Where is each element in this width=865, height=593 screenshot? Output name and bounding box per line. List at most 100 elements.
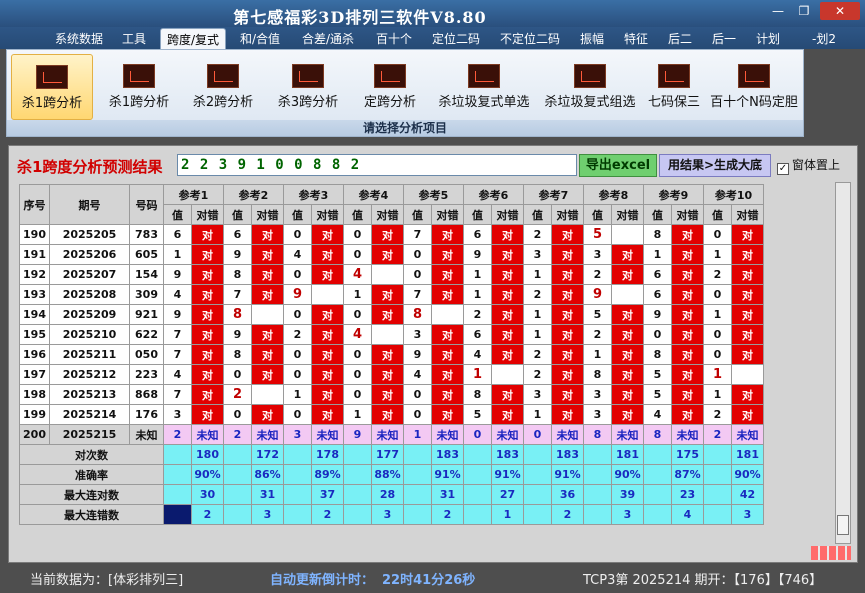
ref-check-cell: 对 [191,224,224,245]
seven-code-button[interactable]: 七码保三 [643,54,705,120]
row-code: 176 [129,404,164,425]
table-row[interactable]: 194 2025209 921 9 对 8 0 对 0 对 8 2 对 1 对 5 对 9 对 1 对 [19,304,764,325]
table-row[interactable]: 191 2025206 605 1 对 9 对 4 对 0 对 0 对 9 对 3 对 3 对 1 对 1 对 [19,244,764,265]
ref-check-cell: 对 [431,264,464,285]
ref-check-cell: 对 [611,364,644,385]
table-row[interactable]: 190 2025205 783 6 对 6 对 0 对 0 对 7 对 6 对 2 对 5 8 对 0 对 [19,224,764,245]
table-row[interactable]: 198 2025213 868 7 对 2 1 对 0 对 0 对 8 对 3 对 3 对 5 对 1 对 [19,384,764,405]
menu-tools[interactable]: 工具 [122,30,146,48]
menu-hundreds-tens-units[interactable]: 百十个 [376,30,412,48]
ref-check-cell: 对 [191,364,224,385]
ref-value-cell: 1 [463,284,492,305]
stats-value-cell: 183 [551,444,584,465]
ref-check-cell: 对 [191,404,224,425]
chart-icon [574,64,606,88]
ref-header: 参考8 [583,184,644,205]
menu-bar: 系统数据 工具 跨度/复式 和/合值 合差/通杀 百十个 定位二码 不定位二码 … [0,27,865,49]
menu-span-compound[interactable]: 跨度/复式 [160,28,227,49]
ref-check-cell: 对 [371,304,404,325]
ref-value-cell: 0 [283,344,312,365]
kill-3-span-analysis-button[interactable]: 杀3跨分析 [268,54,348,120]
fixed-span-analysis-button[interactable]: 定跨分析 [351,54,429,120]
menu-sum[interactable]: 和/合值 [240,30,280,48]
menu-amplitude[interactable]: 振幅 [580,30,604,48]
ref-value-cell: 4 [643,404,672,425]
ref-value-cell: 9 [643,304,672,325]
table-row[interactable]: 197 2025212 223 4 对 0 对 0 对 0 对 4 对 1 2 对 8 对 5 对 1 [19,364,764,385]
ref-value-cell: 0 [283,364,312,385]
result-value-field[interactable]: 2 2 3 9 1 0 0 8 8 2 [177,154,577,176]
stats-value-cell: 183 [431,444,464,465]
menu-unposition-two[interactable]: 不定位二码 [500,30,560,48]
predict-check-cell: 未知 [491,424,524,445]
table-row[interactable]: 199 2025214 176 3 对 0 对 0 对 1 对 0 对 5 对 1 对 3 对 4 对 2 对 [19,404,764,425]
close-button[interactable]: ✕ [820,2,860,20]
kill-junk-group-button[interactable]: 杀垃圾复式组选 [537,54,643,120]
table-row[interactable]: 196 2025211 050 7 对 8 对 0 对 0 对 9 对 4 对 2 对 1 对 8 对 0 对 [19,344,764,365]
ref-value-cell: 1 [703,364,732,385]
menu-features[interactable]: 特征 [624,30,648,48]
ref-check-cell: 对 [191,284,224,305]
table-row[interactable]: 193 2025208 309 4 对 7 对 9 1 对 7 对 1 对 2 对 9 6 对 0 对 [19,284,764,305]
menu-last-two[interactable]: 后二 [668,30,692,48]
ref-check-cell: 对 [191,384,224,405]
scrollbar-thumb[interactable] [837,515,849,535]
stats-spacer-cell [283,504,312,525]
maximize-button[interactable]: ❐ [792,2,816,20]
menu-last-one[interactable]: 后一 [712,30,736,48]
stats-spacer-cell [163,444,192,465]
kill-1-span-analysis-button-2[interactable]: 杀1跨分析 [99,54,179,120]
value-subheader: 值 [163,204,192,225]
stats-spacer-cell [343,504,372,525]
kill-1-span-analysis-button[interactable]: 杀1跨分析 [11,54,93,120]
export-excel-button[interactable]: 导出excel [579,154,657,177]
ref-header: 参考6 [463,184,524,205]
menu-plan2[interactable]: -划2 [812,30,836,48]
menu-position-two[interactable]: 定位二码 [432,30,480,48]
predict-seq: 200 [19,424,50,445]
stats-value-cell: 86% [251,464,284,485]
ref-value-cell: 0 [343,344,372,365]
menu-plan[interactable]: 计划 [756,30,780,48]
ref-check-cell: 对 [251,344,284,365]
stats-spacer-cell [643,484,672,505]
ref-value-cell: 8 [583,364,612,385]
ref-check-cell: 对 [551,344,584,365]
stats-spacer-cell [223,484,252,505]
stats-label: 最大连错数 [19,504,164,525]
minimize-button[interactable]: — [766,2,790,20]
menu-diff[interactable]: 合差/通杀 [302,30,354,48]
stats-spacer-cell [583,444,612,465]
stats-spacer-cell [703,504,732,525]
kill-junk-single-button[interactable]: 杀垃圾复式单选 [431,54,537,120]
ref-value-cell: 6 [463,224,492,245]
table-row[interactable]: 192 2025207 154 9 对 8 对 0 对 4 0 对 1 对 1 对 2 对 6 对 2 对 [19,264,764,285]
ref-check-cell [611,284,644,305]
checkbox-icon[interactable]: ✓ [777,163,789,175]
ref-check-cell: 对 [551,264,584,285]
ref-check-cell: 对 [611,384,644,405]
vertical-scrollbar[interactable] [835,182,851,544]
col-seq-header: 序号 [19,184,50,225]
ref-check-cell: 对 [491,304,524,325]
stats-spacer-cell [523,504,552,525]
ref-check-cell: 对 [431,384,464,405]
ref-check-cell: 对 [311,344,344,365]
predict-row[interactable]: 200 2025215 未知 2 未知 2 未知 3 未知 9 未知 1 未知 0 未知 0 未知 8 未知 8 未知 2… [19,424,764,445]
generate-base-button[interactable]: 用结果>生成大底 [659,154,771,177]
ref-value-cell: 8 [223,344,252,365]
predict-period: 2025215 [49,424,130,445]
stats-spacer-cell [223,444,252,465]
menu-system-data[interactable]: 系统数据 [55,30,103,48]
predict-value-cell: 1 [403,424,432,445]
topmost-checkbox[interactable]: ✓ 窗体置上 [777,156,840,175]
ref-check-cell: 对 [251,324,284,345]
row-code: 309 [129,284,164,305]
ref-value-cell: 8 [403,304,432,325]
kill-2-span-analysis-button[interactable]: 杀2跨分析 [183,54,263,120]
n-code-dan-button[interactable]: 百十个N码定胆 [707,54,801,120]
table-row[interactable]: 195 2025210 622 7 对 9 对 2 对 4 3 对 6 对 1 对 2 对 0 对 0 对 [19,324,764,345]
stats-value-cell: 2 [191,504,224,525]
ref-value-cell: 7 [403,224,432,245]
ref-check-cell: 对 [491,344,524,365]
